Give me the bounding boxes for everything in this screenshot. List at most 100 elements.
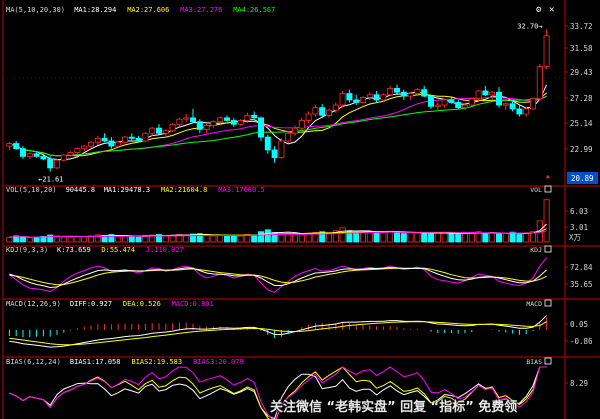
- volume-bar: [203, 235, 210, 243]
- candle: [366, 92, 373, 100]
- candle: [462, 103, 468, 111]
- volume-bar: [60, 236, 67, 243]
- candle: [60, 153, 67, 162]
- volume-bar: [237, 235, 244, 243]
- kdj-line: [9, 267, 547, 286]
- candle: [530, 97, 536, 111]
- volume-bar: [264, 229, 271, 243]
- candle-body: [312, 107, 319, 115]
- volume-bar: [210, 235, 217, 243]
- candle: [190, 108, 196, 124]
- candle: [101, 133, 108, 143]
- candle-body: [366, 94, 373, 98]
- candle: [516, 105, 523, 117]
- volume-bar: [292, 233, 298, 243]
- series-legend: BIAS1:17.058: [70, 358, 121, 366]
- candle: [149, 126, 156, 136]
- volume-bar: [33, 236, 40, 243]
- candle-body: [530, 98, 536, 110]
- candle: [115, 140, 122, 148]
- candle-body: [47, 158, 54, 169]
- candle-body: [346, 93, 353, 101]
- candle: [128, 133, 135, 141]
- candle: [210, 120, 217, 129]
- candle-body: [387, 87, 394, 96]
- indicator-value: 90445.8: [66, 186, 96, 194]
- candle-body: [67, 152, 74, 156]
- panel-tag: KDJ: [530, 246, 542, 254]
- candle-body: [156, 127, 162, 134]
- candle: [156, 124, 162, 135]
- candle-body: [183, 117, 190, 120]
- series-legend: DIFF:0.927: [70, 300, 112, 308]
- candle: [489, 90, 496, 100]
- volume-bar: [26, 237, 33, 243]
- candle-body: [441, 99, 448, 106]
- volume-bar: [428, 233, 434, 243]
- volume-bar: [502, 233, 509, 243]
- candle-body: [142, 132, 149, 142]
- candle: [251, 111, 258, 121]
- series-legend: D:55.474: [101, 246, 135, 254]
- panel-tag: MACD: [526, 300, 542, 308]
- candle: [26, 152, 33, 159]
- series-legend: MA1:28.294: [74, 6, 116, 14]
- candle-body: [482, 90, 489, 96]
- volume-bar: [441, 232, 448, 243]
- volume-bar: [217, 234, 224, 243]
- y-tick-label: 3.01: [570, 223, 588, 232]
- y-tick-label: 22.99: [570, 145, 593, 154]
- indicator-name: KDJ(9,3,3): [6, 246, 48, 254]
- candle-body: [414, 89, 421, 94]
- indicator-name: VOL(5,10,20): [6, 186, 57, 194]
- candle: [482, 85, 489, 97]
- series-legend: K:73.659: [57, 246, 91, 254]
- price-tag-label: 20.89: [571, 174, 594, 183]
- candle-body: [203, 125, 210, 130]
- candle-body: [224, 117, 230, 121]
- candle-body: [230, 120, 237, 125]
- up-arrow-icon: ▲: [546, 173, 550, 180]
- candle-body: [509, 103, 516, 110]
- candle-body: [360, 96, 366, 103]
- volume-bar: [455, 234, 462, 243]
- volume-bar: [489, 232, 496, 243]
- series-legend: BIAS3:20.079: [193, 358, 244, 366]
- candle: [230, 117, 237, 127]
- candle-body: [523, 108, 530, 115]
- candle: [74, 147, 81, 156]
- candle-body: [434, 104, 441, 107]
- candle: [20, 146, 26, 159]
- candle: [543, 29, 550, 70]
- candle-body: [536, 66, 543, 100]
- panel-toggle-icon: [544, 245, 552, 253]
- candle: [468, 97, 475, 107]
- candle: [428, 94, 434, 109]
- y-tick-label: 33.72: [570, 22, 593, 31]
- series-legend: MA2:27.606: [127, 6, 169, 14]
- candle-body: [122, 136, 128, 143]
- candle: [305, 111, 312, 124]
- candle: [278, 138, 285, 159]
- candle: [176, 117, 183, 127]
- macd-line: [9, 315, 547, 348]
- series-legend: MA2:21604.8: [161, 186, 207, 194]
- candle: [298, 117, 305, 131]
- volume-bar: [122, 235, 128, 243]
- volume-bar: [482, 233, 489, 243]
- panel-tag: BIAS: [526, 358, 542, 366]
- series-legend: MA1:29478.3: [104, 186, 150, 194]
- candle-body: [543, 35, 550, 67]
- volume-bar: [543, 199, 550, 243]
- candle: [224, 115, 230, 122]
- volume-bar: [360, 232, 366, 243]
- volume-bar: [305, 233, 312, 243]
- candle-body: [128, 136, 135, 139]
- candle-body: [237, 120, 244, 125]
- volume-bar: [387, 230, 394, 243]
- candle: [400, 89, 407, 100]
- low-price-annotation: ←21.61: [38, 176, 63, 184]
- candle: [183, 114, 190, 122]
- gear-icon: ⚙: [535, 5, 542, 15]
- candle-body: [169, 123, 176, 132]
